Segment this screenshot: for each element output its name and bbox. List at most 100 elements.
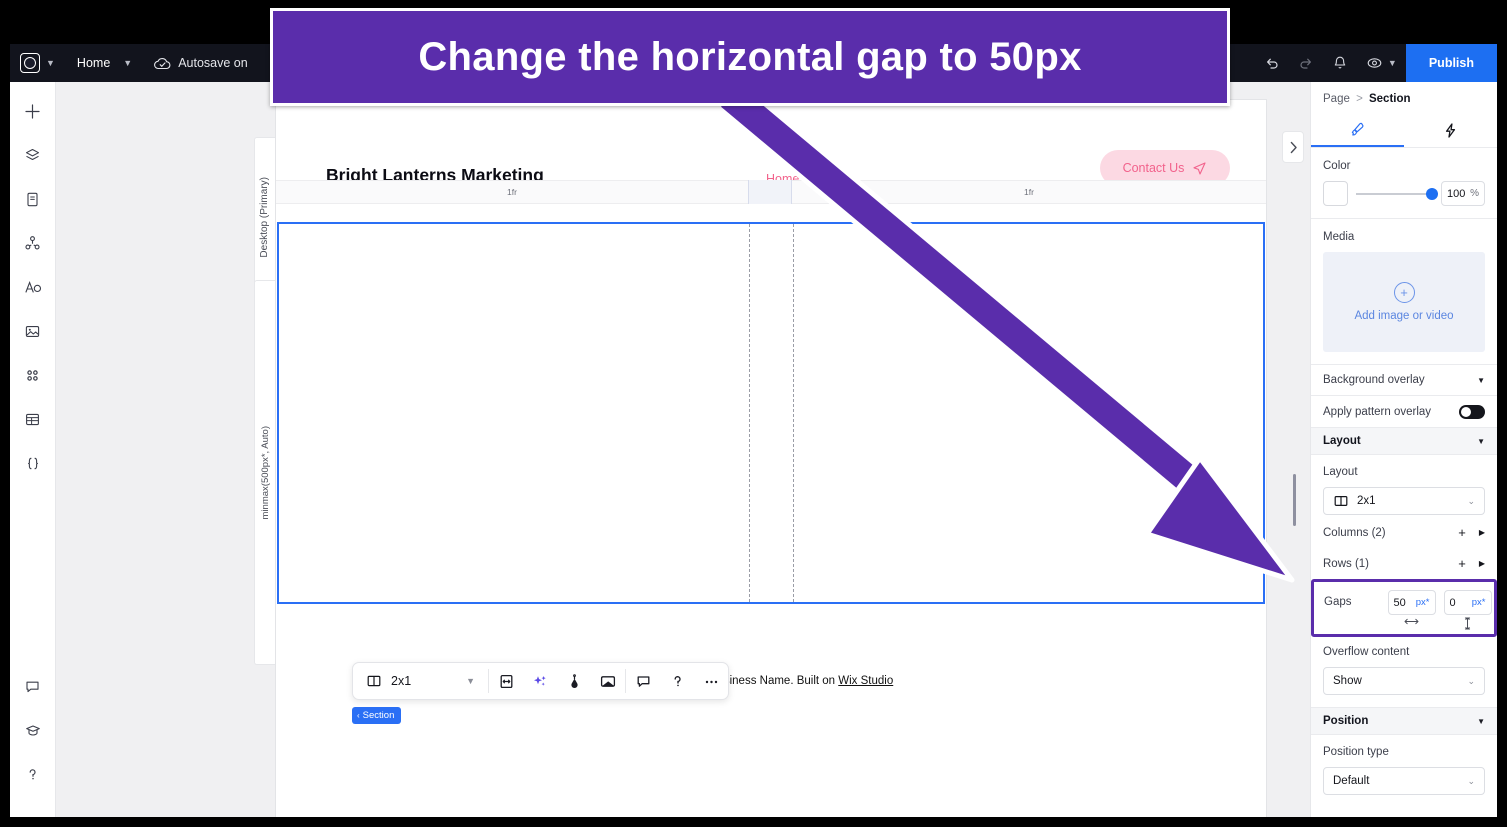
ruler-col-1: 1fr xyxy=(507,187,517,197)
apps-icon[interactable] xyxy=(18,360,48,390)
chevron-down-icon: ⌄ xyxy=(1467,775,1475,786)
ruler-gap[interactable] xyxy=(748,180,792,204)
position-type-select[interactable]: Default ⌄ xyxy=(1323,767,1485,795)
tab-interactions[interactable] xyxy=(1404,114,1497,147)
position-type-value: Default xyxy=(1333,775,1370,787)
breadcrumb-current: Section xyxy=(1368,93,1411,105)
site-menu-button[interactable]: ▼ xyxy=(20,53,55,73)
wix-logo-icon xyxy=(20,53,40,73)
cms-table-icon[interactable] xyxy=(18,404,48,434)
row-size-label: minmax(500px*, Auto) xyxy=(260,425,271,520)
resize-icon[interactable] xyxy=(489,662,523,700)
tab-design[interactable] xyxy=(1311,114,1404,147)
undo-icon[interactable] xyxy=(1255,55,1289,71)
overflow-label: Overflow content xyxy=(1323,646,1410,658)
position-type-label: Position type xyxy=(1323,746,1389,758)
help-icon[interactable] xyxy=(18,759,48,789)
opacity-unit: % xyxy=(1470,188,1479,199)
comment-icon[interactable] xyxy=(626,662,660,700)
chat-icon[interactable] xyxy=(18,671,48,701)
publish-button[interactable]: Publish xyxy=(1405,44,1497,82)
media-icon[interactable] xyxy=(18,316,48,346)
lightning-icon xyxy=(1445,123,1456,138)
breadcrumb-parent[interactable]: Page xyxy=(1323,93,1350,105)
chevron-down-icon: ▼ xyxy=(1477,375,1485,385)
chevron-down-icon: ⌄ xyxy=(1467,675,1475,686)
horizontal-gap-field: 50 px* xyxy=(1387,590,1436,630)
layout-2x1-icon xyxy=(367,675,381,687)
opacity-slider[interactable] xyxy=(1356,187,1438,200)
add-media-label: Add image or video xyxy=(1354,310,1454,322)
site-page: Bright Lanterns Marketing Home Contact U… xyxy=(276,100,1266,817)
site-footer: © 2035 by Business Name. Built on Wix St… xyxy=(276,610,1266,724)
layout-select[interactable]: 2x1 ⌄ xyxy=(1323,487,1485,515)
color-section: Color 100 % xyxy=(1311,148,1497,219)
chevron-down-icon: ▼ xyxy=(466,676,476,686)
components-icon[interactable] xyxy=(18,228,48,258)
add-row-icon[interactable]: + xyxy=(1458,556,1466,571)
layers-icon[interactable] xyxy=(18,140,48,170)
add-media-dropzone[interactable]: + Add image or video xyxy=(1323,252,1485,352)
section-floating-toolbar: 2x1 ▼ xyxy=(352,662,730,700)
pages-icon[interactable] xyxy=(18,184,48,214)
text-styles-icon[interactable] xyxy=(18,272,48,302)
ai-sparkle-icon[interactable] xyxy=(523,662,557,700)
add-element-icon[interactable] xyxy=(18,96,48,126)
vertical-gap-value: 0 xyxy=(1449,596,1456,609)
layout-field-label: Layout xyxy=(1323,466,1358,478)
opacity-value: 100 xyxy=(1447,187,1466,200)
vertical-gap-unit: px* xyxy=(1471,597,1486,608)
panel-tabs xyxy=(1311,114,1497,148)
position-section-title: Position xyxy=(1323,715,1369,727)
page-selector[interactable]: Home ▼ xyxy=(77,56,132,70)
vertical-gap-input[interactable]: 0 px* xyxy=(1443,590,1492,615)
background-overlay-row[interactable]: Background overlay ▼ xyxy=(1311,365,1497,396)
collapse-panel-button[interactable] xyxy=(1282,131,1304,163)
wix-studio-link[interactable]: Wix Studio xyxy=(838,675,893,687)
help-icon[interactable] xyxy=(660,662,694,700)
color-swatch[interactable] xyxy=(1323,181,1348,206)
horizontal-gap-input[interactable]: 50 px* xyxy=(1387,590,1436,615)
graduation-cap-icon[interactable] xyxy=(18,715,48,745)
dev-mode-icon[interactable] xyxy=(18,448,48,478)
position-section-header[interactable]: Position ▼ xyxy=(1311,707,1497,735)
apply-pattern-label: Apply pattern overlay xyxy=(1323,405,1432,418)
layout-section-header[interactable]: Layout ▼ xyxy=(1311,427,1497,455)
layout-2x1-icon xyxy=(1334,495,1348,507)
more-options-icon[interactable] xyxy=(694,662,728,700)
left-toolbar-bottom xyxy=(18,671,48,817)
rows-label: Rows (1) xyxy=(1323,557,1370,570)
panel-scrollbar[interactable] xyxy=(1293,474,1296,526)
overflow-value: Show xyxy=(1333,675,1362,687)
redo-icon[interactable] xyxy=(1289,55,1323,71)
apply-pattern-toggle[interactable] xyxy=(1459,404,1485,419)
ruler-col-2: 1fr xyxy=(1024,187,1034,197)
background-icon[interactable] xyxy=(591,662,625,700)
expand-columns-icon[interactable]: ▶ xyxy=(1479,528,1485,537)
opacity-input[interactable]: 100 % xyxy=(1441,181,1485,206)
device-label: Desktop (Primary) xyxy=(259,177,270,258)
row-size-tab[interactable]: minmax(500px*, Auto) xyxy=(254,280,276,665)
vertical-gap-field: 0 px* xyxy=(1443,590,1492,630)
preview-eye-icon[interactable]: ▼ xyxy=(1357,55,1406,71)
slider-knob[interactable] xyxy=(1426,187,1438,200)
chevron-down-icon: ▼ xyxy=(1387,58,1397,68)
theme-icon[interactable] xyxy=(557,662,591,700)
add-column-icon[interactable]: + xyxy=(1458,525,1466,540)
horizontal-gap-value: 50 xyxy=(1393,596,1406,609)
gap-guide-right xyxy=(793,224,794,602)
gaps-row: Gaps 50 px* 0 px* xyxy=(1311,579,1497,637)
site-header: Bright Lanterns Marketing Home Contact U… xyxy=(276,100,1266,205)
bell-icon[interactable] xyxy=(1323,55,1357,71)
section-badge[interactable]: ‹ Section xyxy=(352,707,402,724)
overflow-select[interactable]: Show ⌄ xyxy=(1323,667,1485,695)
expand-rows-icon[interactable]: ▶ xyxy=(1479,559,1485,568)
layout-select-value: 2x1 xyxy=(1357,495,1376,507)
editor-canvas: Desktop (Primary) ▼ minmax(500px*, Auto)… xyxy=(56,82,1286,817)
chevron-left-icon: ‹ xyxy=(357,711,360,720)
selected-section[interactable] xyxy=(277,222,1265,604)
layout-value: 2x1 xyxy=(391,674,412,688)
inspector-panel: Page > Section Color 100 % Media + Add i… xyxy=(1310,82,1497,817)
chevron-down-icon: ▼ xyxy=(1477,716,1485,726)
layout-selector[interactable]: 2x1 ▼ xyxy=(353,662,488,700)
